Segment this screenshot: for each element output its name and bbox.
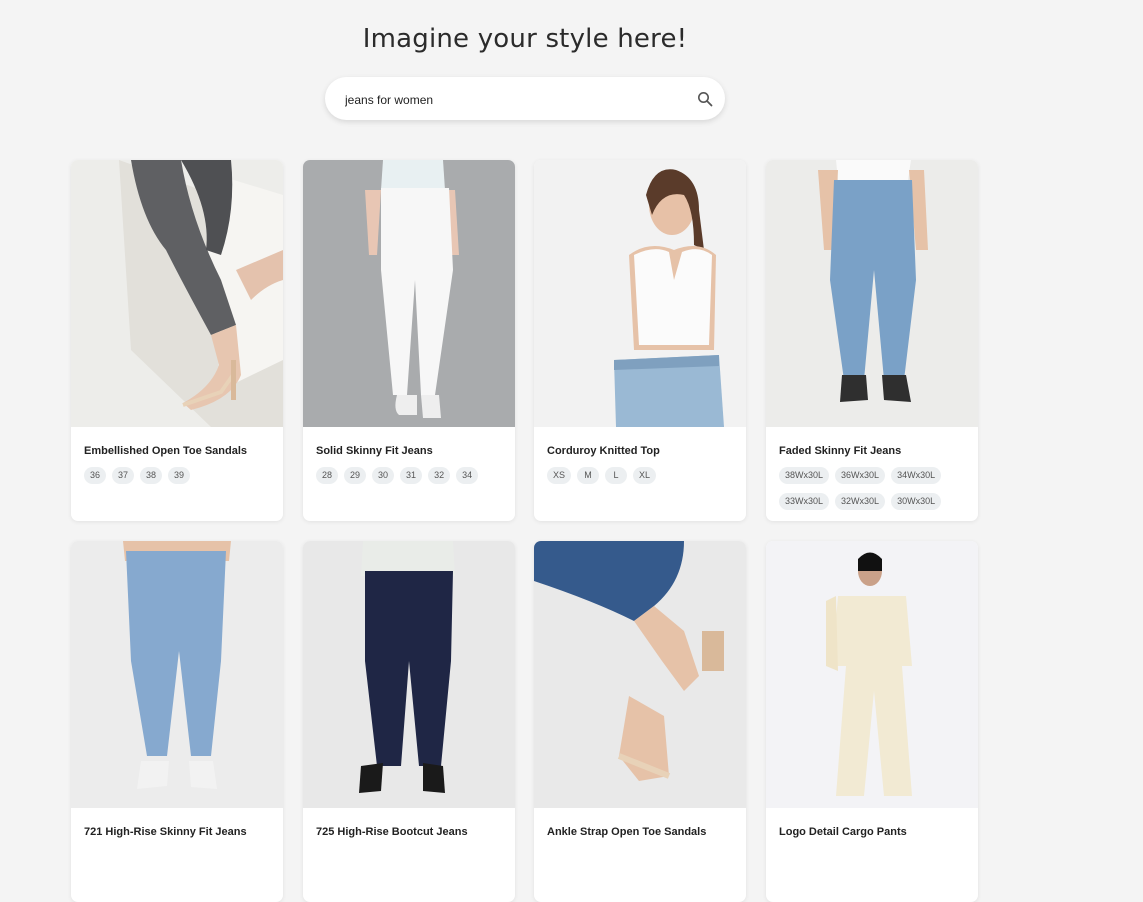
search-input[interactable] (343, 89, 687, 111)
size-chip[interactable]: XS (547, 467, 572, 484)
product-title: Solid Skinny Fit Jeans (316, 445, 433, 457)
size-chip[interactable]: L (605, 467, 628, 484)
size-list: 28 29 30 31 32 34 (316, 465, 506, 491)
size-chip[interactable]: 37 (112, 467, 135, 484)
product-image (71, 160, 283, 427)
product-card[interactable]: Solid Skinny Fit Jeans 28 29 30 31 32 34 (303, 160, 515, 521)
size-chip[interactable]: 32Wx30L (835, 493, 886, 510)
size-list: 36 37 38 39 (84, 465, 274, 491)
size-list: 38Wx30L 36Wx30L 34Wx30L 33Wx30L 32Wx30L 30Wx3… (779, 465, 969, 517)
product-image (766, 541, 978, 808)
product-image (766, 160, 978, 427)
size-chip[interactable]: 38 (140, 467, 163, 484)
product-card[interactable]: Logo Detail Cargo Pants (766, 541, 978, 902)
size-chip[interactable]: 36Wx30L (835, 467, 886, 484)
product-image (71, 541, 283, 808)
size-chip[interactable]: 34Wx30L (891, 467, 942, 484)
size-chip[interactable]: XL (633, 467, 657, 484)
product-title: 721 High-Rise Skinny Fit Jeans (84, 826, 247, 838)
size-chip[interactable]: 33Wx30L (779, 493, 830, 510)
size-chip[interactable]: 36 (84, 467, 107, 484)
product-title: Corduroy Knitted Top (547, 445, 660, 457)
size-list: XS M L XL (547, 465, 737, 491)
product-title: Logo Detail Cargo Pants (779, 826, 907, 838)
size-chip[interactable]: 32 (428, 467, 451, 484)
product-card[interactable]: 725 High-Rise Bootcut Jeans (303, 541, 515, 902)
size-chip[interactable]: 31 (400, 467, 423, 484)
product-title: 725 High-Rise Bootcut Jeans (316, 826, 468, 838)
product-title: Embellished Open Toe Sandals (84, 445, 248, 457)
size-chip[interactable]: 30Wx30L (891, 493, 942, 510)
product-card[interactable]: Ankle Strap Open Toe Sandals (534, 541, 746, 902)
size-chip[interactable]: 28 (316, 467, 339, 484)
product-image (534, 160, 746, 427)
page-title: Imagine your style here! (362, 24, 688, 54)
product-card[interactable]: Embellished Open Toe Sandals 36 37 38 39 (71, 160, 283, 521)
product-image (303, 160, 515, 427)
product-card[interactable]: Faded Skinny Fit Jeans 38Wx30L 36Wx30L 34W… (766, 160, 978, 521)
size-chip[interactable]: 29 (344, 467, 367, 484)
search-bar (325, 77, 725, 120)
product-card[interactable]: Corduroy Knitted Top XS M L XL (534, 160, 746, 521)
size-chip[interactable]: 30 (372, 467, 395, 484)
product-image (534, 541, 746, 808)
size-chip[interactable]: M (577, 467, 600, 484)
size-chip[interactable]: 39 (168, 467, 191, 484)
size-chip[interactable]: 38Wx30L (779, 467, 830, 484)
product-card[interactable]: 721 High-Rise Skinny Fit Jeans (71, 541, 283, 902)
product-title: Faded Skinny Fit Jeans (779, 445, 902, 457)
product-image (303, 541, 515, 808)
search-icon[interactable] (697, 91, 713, 107)
size-chip[interactable]: 34 (456, 467, 479, 484)
product-title: Ankle Strap Open Toe Sandals (547, 826, 707, 838)
